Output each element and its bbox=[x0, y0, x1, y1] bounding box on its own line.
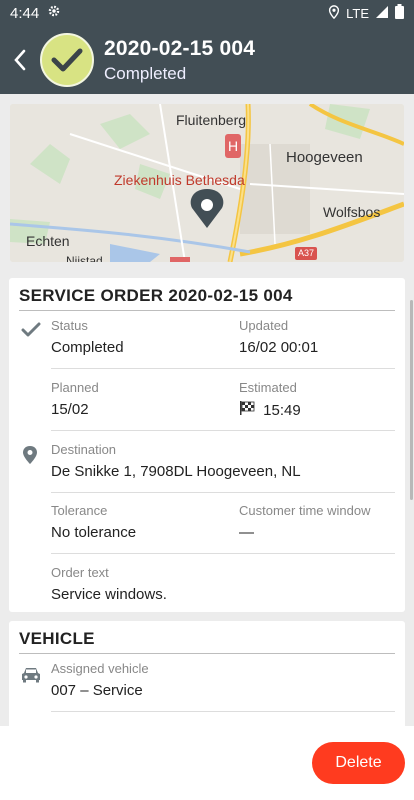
scrollbar[interactable] bbox=[410, 300, 413, 500]
signal-icon bbox=[375, 5, 389, 22]
divider bbox=[51, 492, 395, 493]
status-value: Completed bbox=[51, 339, 124, 356]
back-button[interactable] bbox=[0, 26, 40, 94]
destination-value[interactable]: De Snikke 1, 7908DL Hoogeveen, NL bbox=[51, 463, 395, 480]
app-bar: 2020-02-15 004 Completed bbox=[0, 26, 414, 94]
network-type: LTE bbox=[346, 5, 369, 21]
divider bbox=[51, 430, 395, 431]
check-icon bbox=[21, 322, 41, 343]
order-text-label: Order text bbox=[51, 565, 109, 580]
svg-text:H: H bbox=[228, 138, 238, 154]
location-icon bbox=[328, 4, 340, 22]
status-bar: 4:44 LTE bbox=[0, 0, 414, 26]
estimated-value: 15:49 bbox=[263, 402, 301, 419]
destination-map[interactable]: H Fluitenberg Hoogeveen Ziekenhuis Bethe… bbox=[10, 104, 404, 262]
service-order-title: SERVICE ORDER 2020-02-15 004 bbox=[19, 278, 395, 311]
assigned-vehicle-label: Assigned vehicle bbox=[51, 661, 149, 676]
order-status: Completed bbox=[104, 63, 187, 83]
checkered-flag-icon bbox=[239, 401, 259, 419]
updated-label: Updated bbox=[239, 318, 289, 333]
map-label-fluitenberg: Fluitenberg bbox=[176, 112, 247, 128]
map-label-nijstad: Nijstad bbox=[66, 254, 103, 262]
check-icon bbox=[51, 48, 83, 72]
chevron-left-icon bbox=[14, 49, 26, 71]
delete-button[interactable]: Delete bbox=[312, 742, 405, 784]
destination-label: Destination bbox=[51, 442, 117, 457]
map-label-hospital: Ziekenhuis Bethesda bbox=[114, 172, 245, 188]
map-label-road: A37 bbox=[298, 248, 315, 258]
divider bbox=[51, 553, 395, 554]
vehicle-card: VEHICLE Assigned vehicle 007 – Service bbox=[9, 621, 405, 731]
battery-icon bbox=[395, 4, 404, 22]
car-icon bbox=[21, 667, 41, 688]
order-title: 2020-02-15 004 bbox=[104, 36, 256, 60]
bottom-action-bar: Delete bbox=[0, 726, 414, 800]
customer-time-window-label: Customer time window bbox=[239, 503, 371, 518]
customer-time-window-value: — bbox=[239, 524, 254, 541]
map-label-echten: Echten bbox=[26, 233, 70, 249]
location-pin-icon bbox=[23, 446, 37, 469]
divider bbox=[51, 711, 395, 712]
map-label-wolfsbos: Wolfsbos bbox=[323, 204, 381, 220]
status-label: Status bbox=[51, 318, 88, 333]
planned-label: Planned bbox=[51, 380, 99, 395]
estimated-label: Estimated bbox=[239, 380, 297, 395]
clock: 4:44 bbox=[10, 4, 40, 22]
status-badge bbox=[40, 33, 94, 87]
divider bbox=[51, 368, 395, 369]
updated-value: 16/02 00:01 bbox=[239, 339, 319, 356]
vehicle-title: VEHICLE bbox=[19, 621, 395, 654]
order-text-value: Service windows. bbox=[51, 586, 167, 603]
service-order-card: SERVICE ORDER 2020-02-15 004 Status Comp… bbox=[9, 278, 405, 612]
planned-value: 15/02 bbox=[51, 401, 89, 418]
map-label-hoogeveen: Hoogeveen bbox=[286, 149, 363, 166]
assigned-vehicle-value: 007 – Service bbox=[51, 682, 143, 699]
settings-icon bbox=[47, 4, 61, 22]
